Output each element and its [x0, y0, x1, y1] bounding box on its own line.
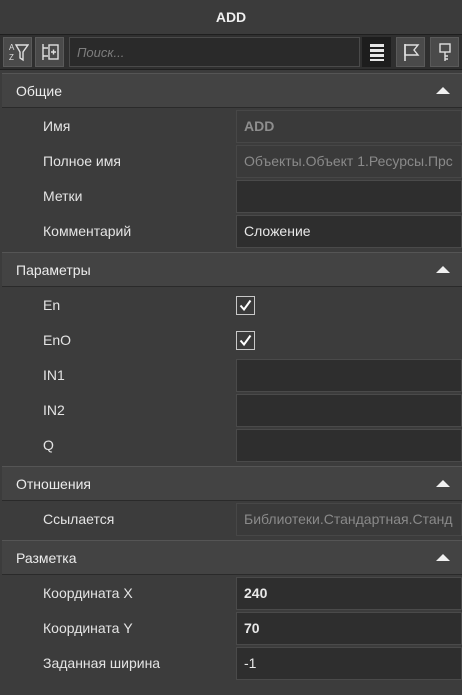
- property-label: Полное имя: [43, 153, 121, 169]
- property-label: Координата Y: [43, 620, 133, 636]
- en-checkbox[interactable]: [236, 296, 255, 315]
- property-row-comment: Комментарий Сложение: [2, 214, 462, 249]
- svg-text:A: A: [9, 43, 15, 52]
- list-view-button[interactable]: [362, 37, 391, 67]
- property-row-references: Ссылается Библиотеки.Стандартная.Станд: [2, 502, 462, 537]
- property-label: IN2: [43, 402, 65, 418]
- checkmark-icon: [239, 299, 252, 312]
- property-row-coord-x: Координата X 240: [2, 576, 462, 611]
- key-button[interactable]: [430, 37, 459, 67]
- collapse-caret-icon[interactable]: [436, 554, 450, 561]
- in1-field[interactable]: [236, 359, 462, 392]
- checkmark-icon: [239, 334, 252, 347]
- property-row-full-name: Полное имя Объекты.Объект 1.Ресурсы.Прс: [2, 144, 462, 179]
- coord-x-field[interactable]: 240: [236, 577, 462, 610]
- properties-panel: Общие Имя ADD Полное имя Объекты.Объект …: [0, 72, 462, 695]
- section-title: Отношения: [16, 475, 91, 492]
- eno-checkbox[interactable]: [236, 331, 255, 350]
- collapse-tree-icon: [41, 44, 59, 60]
- property-label: Комментарий: [43, 223, 132, 239]
- in2-field[interactable]: [236, 394, 462, 427]
- property-label: Ссылается: [43, 511, 115, 527]
- section-header-layout[interactable]: Разметка: [2, 540, 462, 575]
- collapse-tree-button[interactable]: [35, 37, 64, 67]
- tags-field[interactable]: [236, 180, 462, 213]
- svg-text:Z: Z: [9, 53, 14, 62]
- property-label: EnO: [43, 332, 72, 348]
- property-row-q: Q: [2, 428, 462, 463]
- property-label: Имя: [43, 118, 71, 134]
- property-label: Q: [43, 437, 54, 453]
- section-header-relations[interactable]: Отношения: [2, 466, 462, 501]
- q-field[interactable]: [236, 429, 462, 462]
- width-field[interactable]: -1: [236, 647, 462, 680]
- flag-button[interactable]: [396, 37, 425, 67]
- property-label: Заданная ширина: [43, 655, 161, 671]
- window-title: ADD: [0, 0, 462, 34]
- property-row-eno: EnO: [2, 323, 462, 358]
- property-label: En: [43, 297, 61, 313]
- property-row-in1: IN1: [2, 358, 462, 393]
- full-name-field: Объекты.Объект 1.Ресурсы.Прс: [236, 145, 462, 178]
- sort-az-filter-button[interactable]: A Z: [3, 37, 32, 67]
- coord-y-field[interactable]: 70: [236, 612, 462, 645]
- references-field: Библиотеки.Стандартная.Станд: [236, 503, 462, 536]
- toolbar: A Z: [0, 34, 462, 70]
- list-view-icon: [369, 44, 384, 61]
- property-row-width: Заданная ширина -1: [2, 646, 462, 681]
- section-header-general[interactable]: Общие: [2, 73, 462, 108]
- property-row-en: En: [2, 288, 462, 323]
- property-label: Координата X: [43, 585, 133, 601]
- collapse-caret-icon[interactable]: [436, 266, 450, 273]
- property-row-tags: Метки: [2, 179, 462, 214]
- property-row-name: Имя ADD: [2, 109, 462, 144]
- section-header-params[interactable]: Параметры: [2, 252, 462, 287]
- key-icon: [438, 43, 451, 61]
- search-input[interactable]: [69, 37, 360, 67]
- section-title: Разметка: [16, 549, 77, 566]
- comment-field[interactable]: Сложение: [236, 215, 462, 248]
- collapse-caret-icon[interactable]: [436, 87, 450, 94]
- flag-icon: [403, 44, 419, 61]
- section-title: Общие: [16, 82, 63, 99]
- property-row-coord-y: Координата Y 70: [2, 611, 462, 646]
- name-field: ADD: [236, 110, 462, 143]
- sort-az-filter-icon: A Z: [9, 43, 29, 62]
- property-row-in2: IN2: [2, 393, 462, 428]
- section-title: Параметры: [16, 261, 91, 278]
- property-label: IN1: [43, 367, 65, 383]
- property-label: Метки: [43, 188, 83, 204]
- collapse-caret-icon[interactable]: [436, 480, 450, 487]
